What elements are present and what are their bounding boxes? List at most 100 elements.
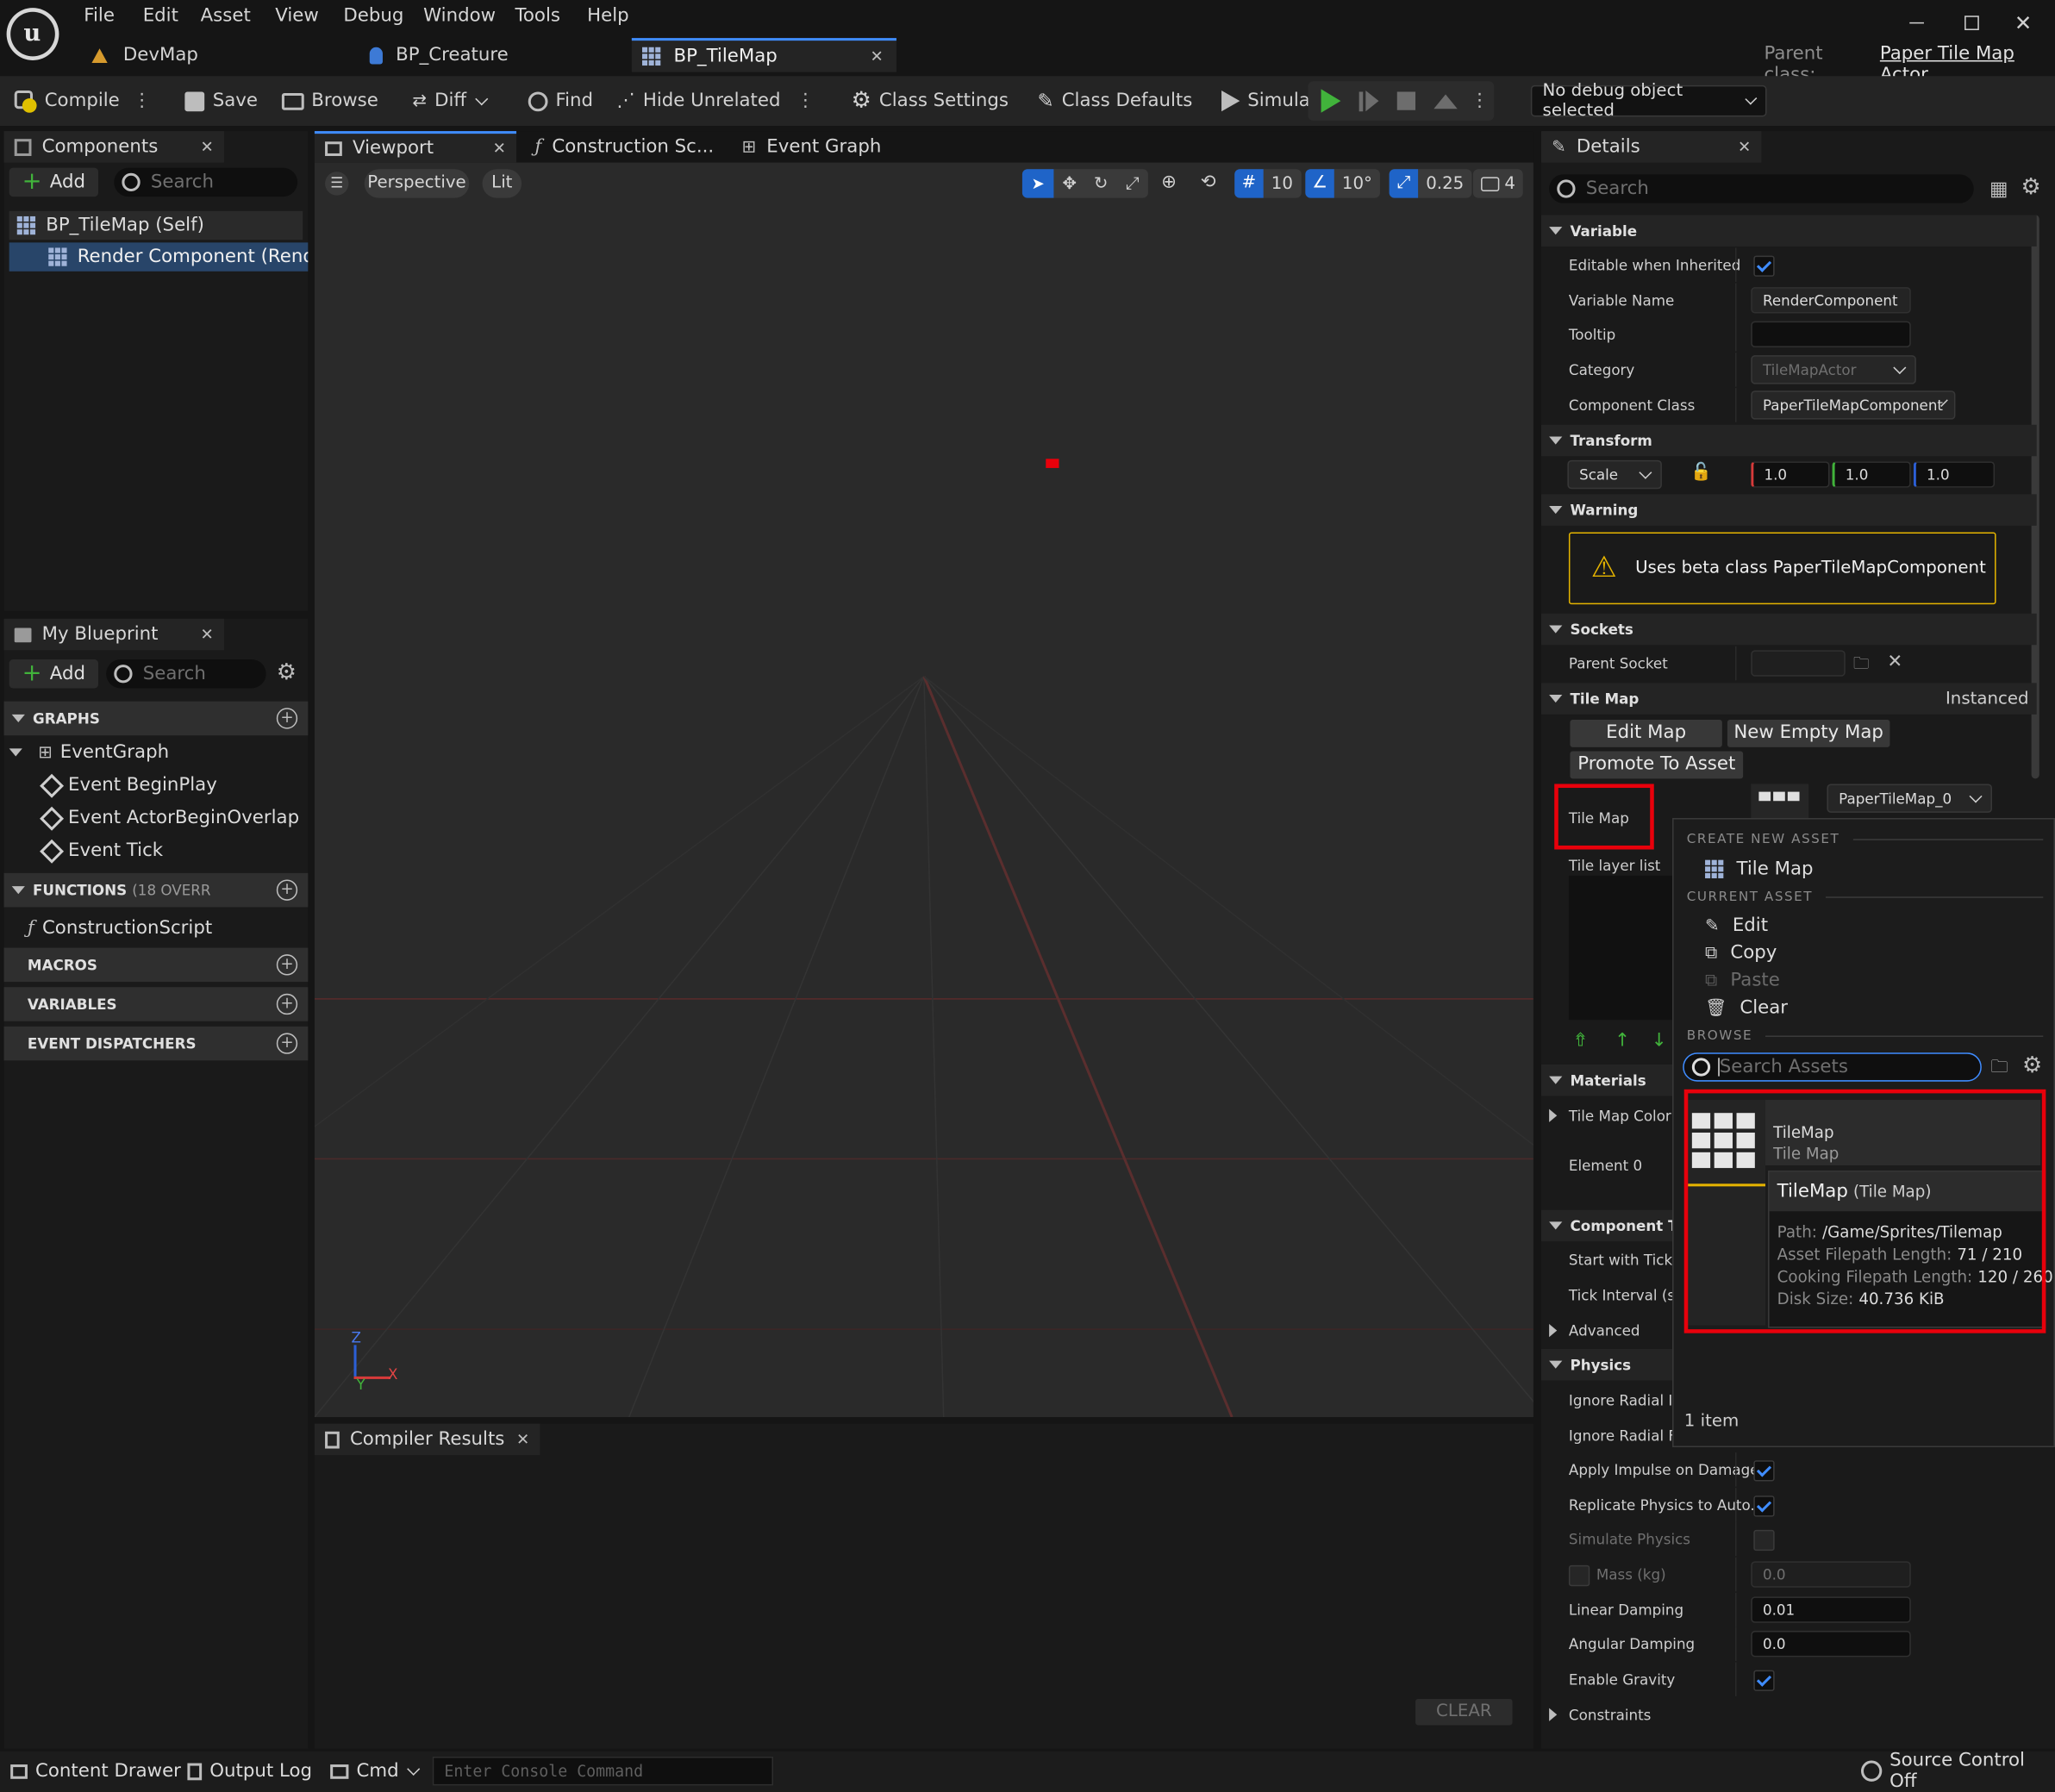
rotate-tool-icon[interactable]: ↻ (1085, 174, 1116, 194)
search-assets-input[interactable]: Search Assets (1683, 1052, 1982, 1082)
folder-icon[interactable]: 🗀 (1991, 1055, 2008, 1083)
enable-gravity-checkbox[interactable] (1753, 1670, 1775, 1691)
doc-tab-bp-tilemap[interactable]: BP_TileMap ✕ (631, 38, 896, 72)
asset-tile[interactable]: TileMap Tile Map TileMap (Tile Map) Path… (1683, 1089, 2053, 1333)
move-layer-up-icon[interactable]: ↑ (1615, 1030, 1630, 1051)
frame-skip-icon[interactable] (1359, 91, 1364, 111)
parent-socket-field[interactable] (1751, 650, 1846, 677)
rotation-snap-toggle[interactable]: ∠ 10° (1305, 169, 1381, 198)
doc-tab-devmap[interactable]: DevMap (91, 42, 198, 68)
add-blueprint-item-button[interactable]: + Add (9, 659, 99, 689)
my-blueprint-tab[interactable]: My Blueprint ✕ (3, 618, 224, 651)
compile-button[interactable]: Compile ⋮ (5, 81, 159, 121)
add-function-icon[interactable]: + (276, 879, 298, 901)
play-icon[interactable] (1321, 89, 1341, 113)
doc-tab-bp-creature[interactable]: BP_Creature (369, 42, 509, 68)
details-tab[interactable]: ✎ Details ✕ (1541, 131, 1762, 163)
variables-section[interactable]: VARIABLES + (3, 987, 309, 1021)
event-graph-item[interactable]: ⊞ EventGraph (9, 740, 169, 765)
hide-unrelated-options-icon[interactable]: ⋮ (796, 91, 815, 111)
event-actor-begin-overlap-item[interactable]: Event ActorBeginOverlap (40, 805, 299, 831)
components-tab[interactable]: Components ✕ (3, 131, 224, 163)
source-control-button[interactable]: Source Control Off (1860, 1750, 2055, 1792)
move-tool-icon[interactable]: ✥ (1053, 174, 1084, 194)
settings-gear-icon[interactable]: ⚙ (277, 659, 297, 685)
menu-window[interactable]: Window (423, 5, 515, 26)
create-tile-map-item[interactable]: Tile Map (1705, 856, 1814, 882)
browse-button[interactable]: Browse (273, 81, 386, 121)
move-layer-down-icon[interactable]: ↓ (1652, 1030, 1667, 1051)
tile-map-asset-select[interactable]: PaperTileMap_0 (1827, 784, 1993, 813)
table-view-icon[interactable]: ▦ (1989, 177, 2008, 200)
close-tab-icon[interactable]: ✕ (201, 625, 214, 643)
scale-z-field[interactable]: 1.0 (1913, 461, 1996, 488)
simulate-physics-checkbox[interactable] (1753, 1529, 1775, 1552)
add-component-button[interactable]: + Add (9, 167, 99, 197)
viewport-options-button[interactable]: ☰ (325, 172, 349, 196)
clear-button[interactable]: CLEAR (1415, 1699, 1513, 1726)
hide-unrelated-button[interactable]: ⋰ Hide Unrelated ⋮ (609, 81, 822, 121)
sockets-section[interactable]: Sockets (1541, 613, 2037, 646)
clear-x-icon[interactable]: ✕ (1887, 652, 1902, 672)
menu-tools[interactable]: Tools (515, 5, 588, 26)
content-drawer-button[interactable]: Content Drawer (10, 1759, 181, 1783)
tile-map-thumbnail[interactable] (1751, 784, 1809, 821)
details-search-input[interactable]: Search (1549, 174, 1974, 203)
tab-construction-script[interactable]: ƒ Construction Sc... (524, 131, 724, 163)
edit-asset-item[interactable]: ✎ Edit (1705, 913, 1768, 939)
lit-button[interactable]: Lit (482, 169, 522, 198)
warning-section[interactable]: Warning (1541, 494, 2037, 526)
apply-impulse-checkbox[interactable] (1753, 1460, 1775, 1482)
replicate-physics-checkbox[interactable] (1753, 1495, 1775, 1517)
camera-speed-button[interactable]: 4 (1472, 169, 1524, 198)
add-dispatcher-icon[interactable]: + (276, 1033, 298, 1054)
maximize-button[interactable] (1964, 16, 1979, 30)
linear-damping-field[interactable]: 0.01 (1751, 1596, 1911, 1623)
minimize-button[interactable] (1909, 22, 1924, 24)
scale-tool-icon[interactable]: ⤢ (1116, 174, 1147, 194)
event-begin-play-item[interactable]: Event BeginPlay (40, 772, 217, 798)
menu-debug[interactable]: Debug (343, 5, 423, 26)
scale-snap-toggle[interactable]: ⤢ 0.25 (1389, 169, 1472, 198)
promote-to-asset-button[interactable]: Promote To Asset (1570, 751, 1744, 779)
select-tool-icon[interactable]: ➤ (1021, 169, 1054, 198)
menu-help[interactable]: Help (587, 5, 629, 26)
console-command-input[interactable]: Enter Console Command (432, 1756, 774, 1786)
tile-layer-list[interactable] (1568, 875, 1687, 1021)
close-tab-icon[interactable]: ✕ (493, 139, 506, 157)
cmd-button[interactable]: Cmd (330, 1759, 421, 1783)
debug-object-select[interactable]: No debug object selected (1530, 81, 1767, 121)
add-graph-icon[interactable]: + (276, 708, 298, 729)
add-macro-icon[interactable]: + (276, 954, 298, 976)
browse-folder-icon[interactable]: 🗀 (1853, 652, 1869, 679)
surface-snap-icon[interactable]: ⟲ (1201, 172, 1216, 192)
graphs-section[interactable]: GRAPHS + (3, 701, 309, 736)
world-local-icon[interactable]: ⊕ (1161, 172, 1177, 192)
close-tab-icon[interactable]: ✕ (870, 47, 883, 66)
mass-override-checkbox[interactable] (1568, 1564, 1590, 1587)
my-blueprint-search-input[interactable]: Search (106, 659, 266, 689)
play-options-icon[interactable]: ⋮ (1471, 91, 1489, 111)
tab-viewport[interactable]: Viewport ✕ (314, 131, 517, 163)
grid-snap-toggle[interactable]: # 10 (1234, 169, 1302, 198)
add-layer-icon[interactable]: ⇮ (1572, 1030, 1588, 1051)
event-tick-item[interactable]: Event Tick (40, 838, 163, 864)
paste-asset-item[interactable]: ⧉ Paste (1705, 967, 1780, 993)
ue-logo[interactable]: u (6, 8, 59, 60)
variable-section[interactable]: Variable (1541, 215, 2037, 247)
copy-asset-item[interactable]: ⧉ Copy (1705, 940, 1777, 965)
macros-section[interactable]: MACROS + (3, 947, 309, 983)
scale-mode-select[interactable]: Scale (1567, 459, 1662, 490)
component-class-select[interactable]: PaperTileMapComponent (1751, 390, 1956, 420)
diff-button[interactable]: ⇄ Diff (404, 81, 494, 121)
close-tab-icon[interactable]: ✕ (1738, 138, 1751, 156)
angular-damping-field[interactable]: 0.0 (1751, 1630, 1911, 1658)
new-empty-map-button[interactable]: New Empty Map (1727, 719, 1890, 747)
edit-map-button[interactable]: Edit Map (1570, 719, 1722, 747)
menu-edit[interactable]: Edit (143, 5, 201, 26)
scale-x-field[interactable]: 1.0 (1751, 461, 1830, 488)
editable-when-inherited-checkbox[interactable] (1753, 255, 1775, 277)
save-button[interactable]: Save (178, 81, 265, 121)
menu-file[interactable]: File (84, 5, 142, 26)
variable-name-field[interactable]: RenderComponent (1751, 287, 1911, 314)
